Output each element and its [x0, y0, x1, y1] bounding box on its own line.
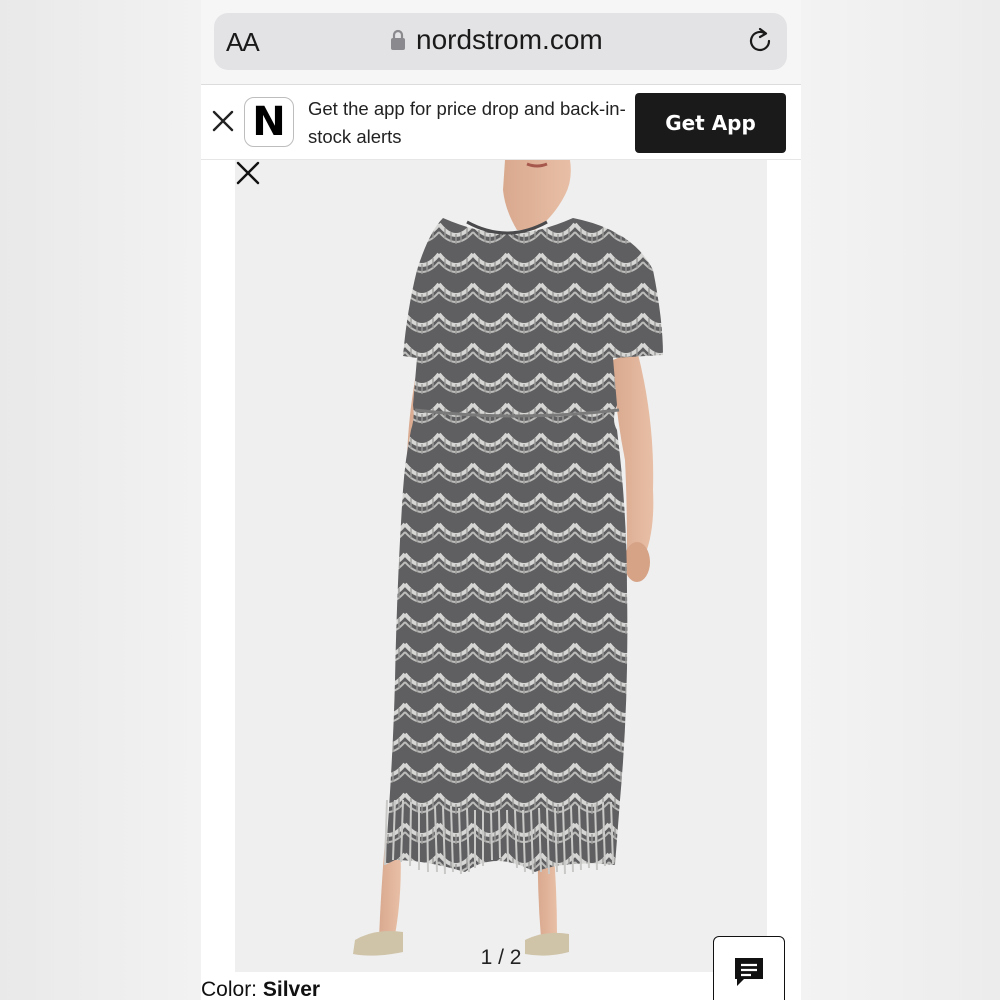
reload-icon[interactable]	[745, 26, 775, 56]
app-install-banner: N Get the app for price drop and back-in…	[201, 85, 801, 160]
address-bar[interactable]: AA nordstrom.com	[214, 13, 787, 70]
lock-icon	[391, 29, 405, 50]
dress-photo	[353, 160, 663, 956]
color-label: Color:	[201, 978, 258, 1000]
product-color: Color: Silver	[201, 978, 320, 1000]
text-size-button[interactable]: AA	[226, 27, 260, 58]
chat-icon	[735, 958, 763, 986]
mobile-viewport: AA nordstrom.com N Get the app for price…	[201, 0, 801, 1000]
chat-button[interactable]	[713, 936, 785, 1000]
close-icon[interactable]	[235, 160, 261, 186]
get-app-button[interactable]: Get App	[635, 93, 786, 153]
color-value: Silver	[262, 978, 321, 1000]
browser-toolbar: AA nordstrom.com	[201, 0, 801, 85]
close-icon[interactable]	[211, 109, 235, 133]
app-logo: N	[244, 97, 294, 147]
banner-message: Get the app for price drop and back-in-s…	[308, 98, 626, 147]
product-image[interactable]: 1 / 2	[235, 160, 767, 972]
image-pager: 1 / 2	[480, 946, 522, 969]
domain-text: nordstrom.com	[416, 24, 603, 55]
url-display[interactable]: nordstrom.com	[390, 24, 603, 56]
